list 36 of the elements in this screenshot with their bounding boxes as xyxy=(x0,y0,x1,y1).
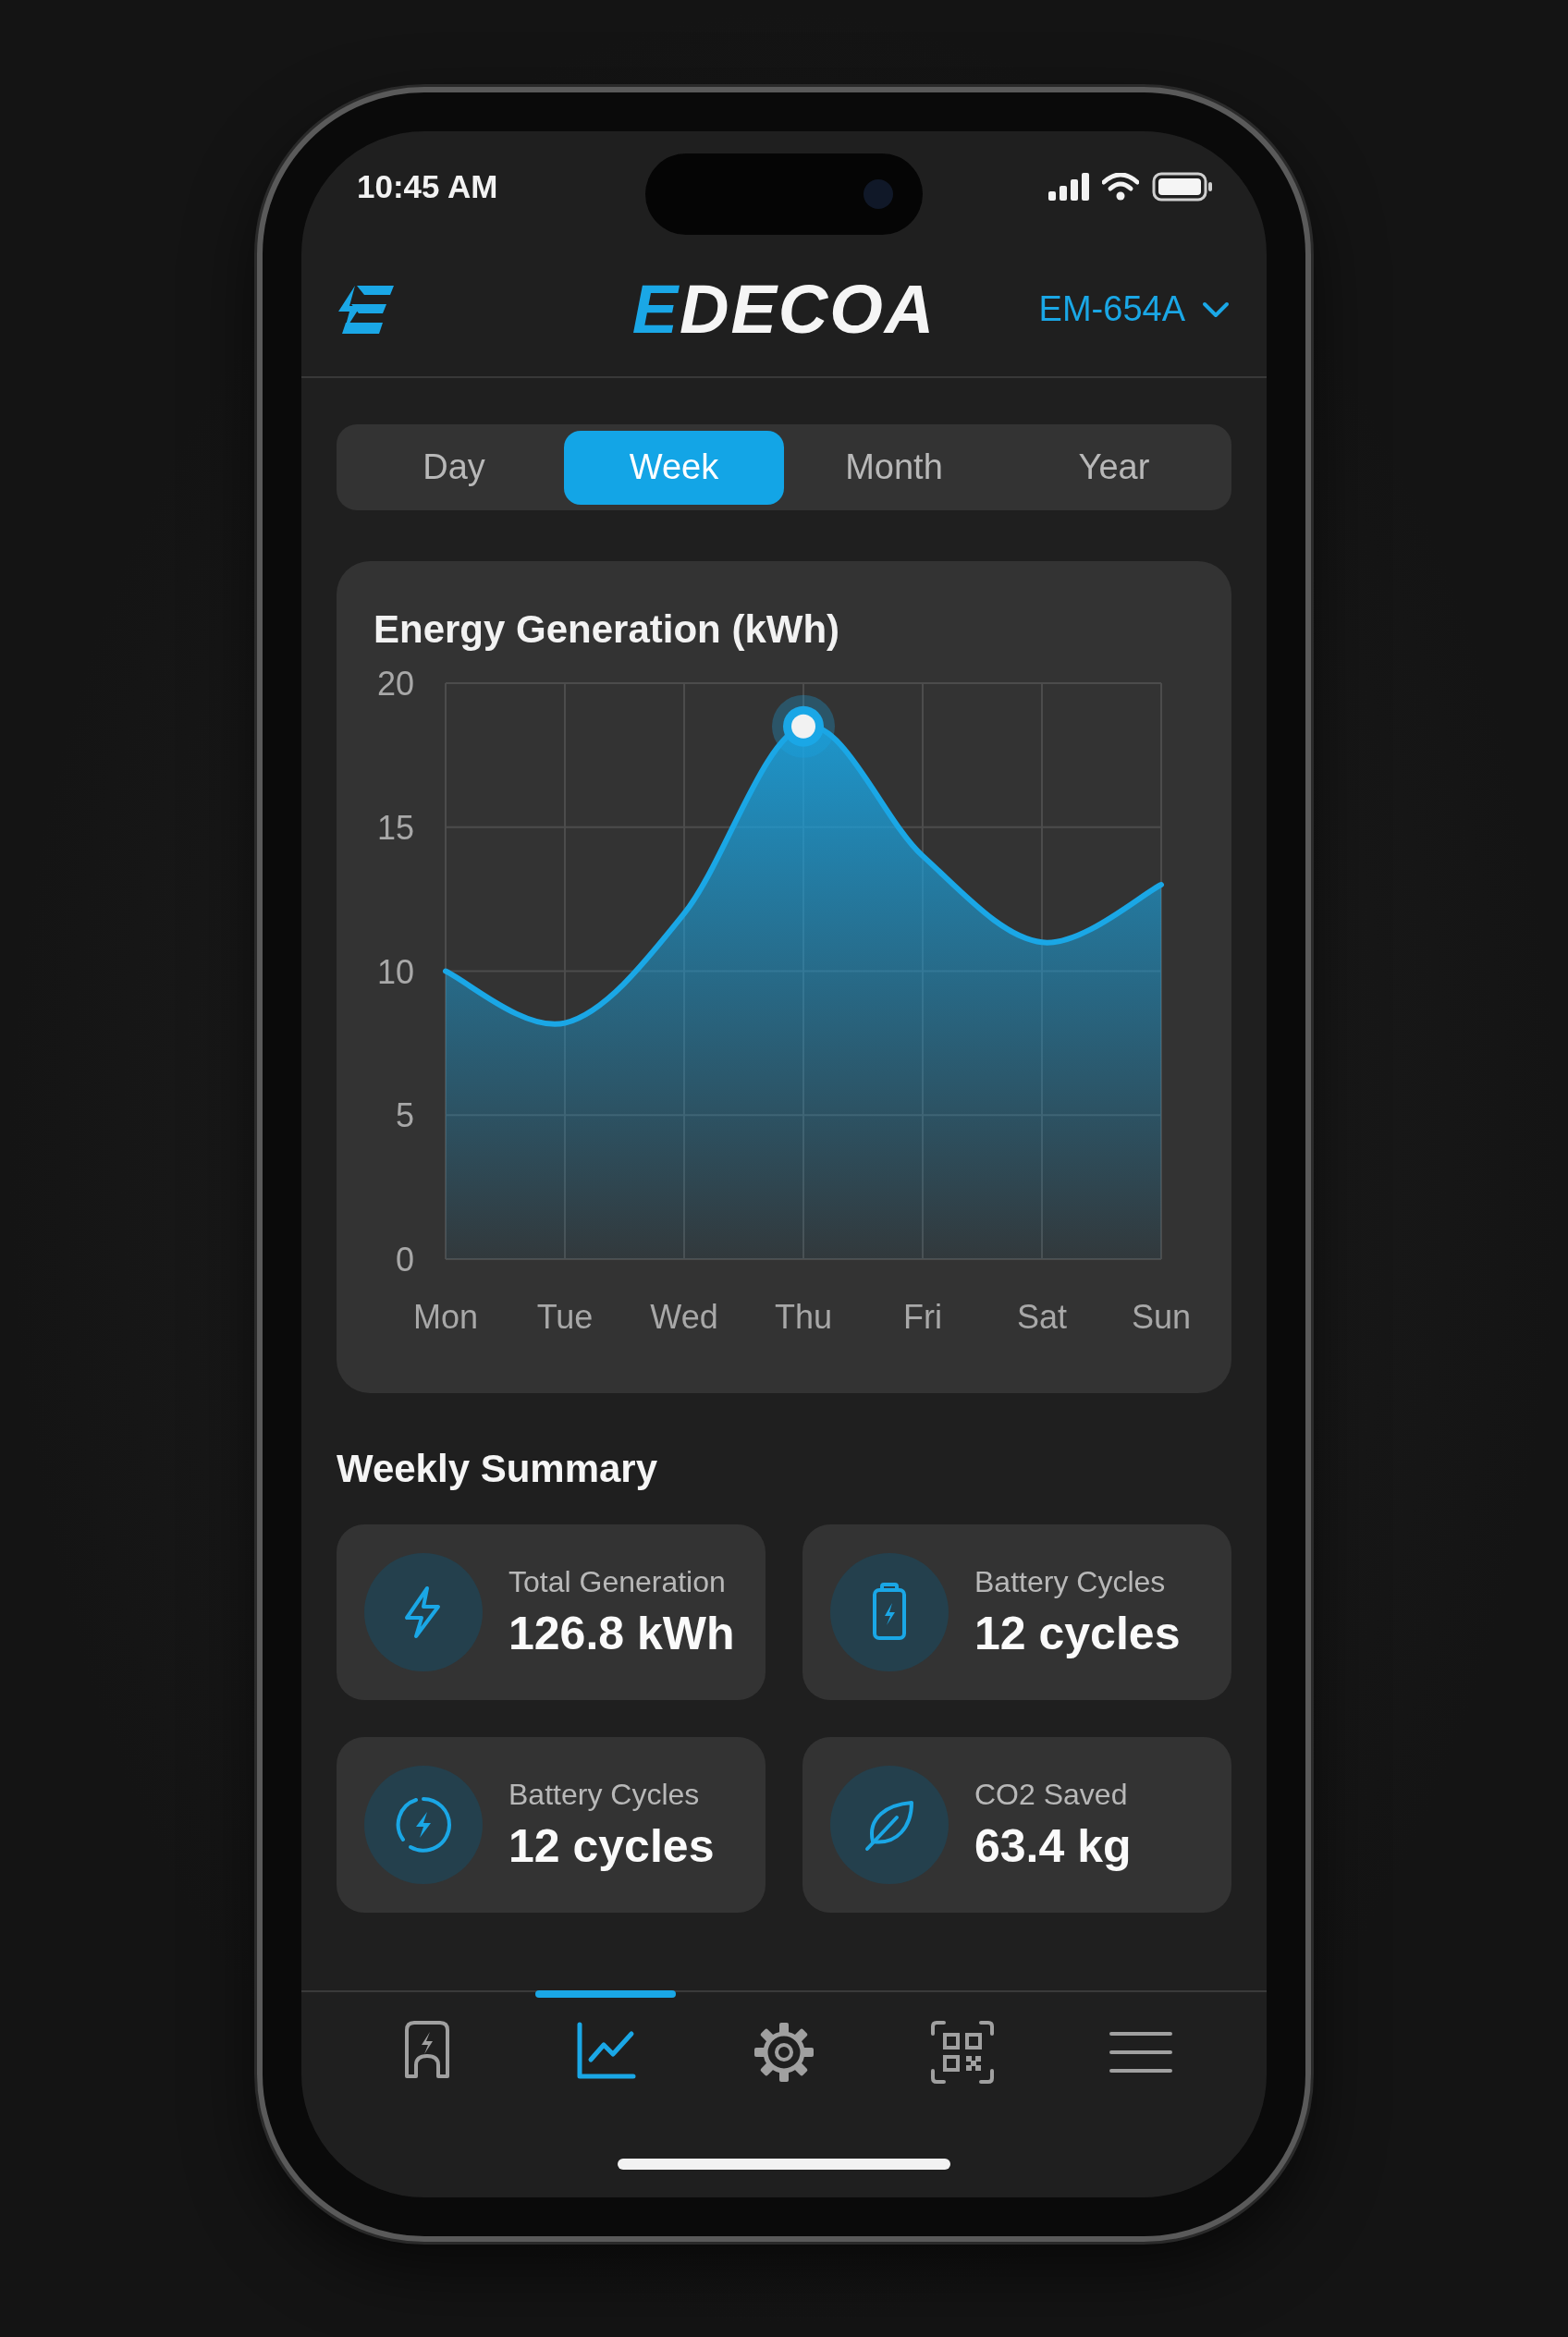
charge-cycle-icon xyxy=(394,1795,453,1854)
axis-label: 5 xyxy=(395,1096,414,1135)
signal-icon xyxy=(1048,173,1089,201)
stat-value: 63.4 kg xyxy=(974,1818,1132,1873)
qr-code-icon xyxy=(928,2019,996,2086)
axis-label: Wed xyxy=(650,1298,718,1336)
chevron-down-icon xyxy=(1202,300,1230,318)
peak-marker[interactable] xyxy=(772,694,835,758)
period-tab[interactable]: Day xyxy=(344,430,564,505)
chart-title: Energy Generation (kWh) xyxy=(374,607,841,652)
wifi-icon xyxy=(1102,173,1139,201)
axis-label: 0 xyxy=(395,1241,414,1279)
period-tab[interactable]: Month xyxy=(784,430,1004,505)
stat-label: Battery Cycles xyxy=(508,1777,701,1812)
brand-logo: EDECOA xyxy=(631,271,937,348)
axis-label: 10 xyxy=(376,952,414,991)
axis-label: 20 xyxy=(376,665,414,703)
section-title: Weekly Summary xyxy=(337,1447,659,1491)
axis-label: Fri xyxy=(903,1298,942,1336)
period-tab[interactable]: Year xyxy=(1004,430,1224,505)
device-selector[interactable]: EM-654A xyxy=(1038,289,1230,329)
battery-icon xyxy=(1152,172,1213,202)
stat-value: 12 cycles xyxy=(974,1606,1181,1660)
axis-label: Thu xyxy=(775,1298,832,1336)
axis-label: 15 xyxy=(376,808,414,847)
status-time: 10:45 AM xyxy=(357,168,498,205)
stat-value: 12 cycles xyxy=(508,1818,715,1873)
stat-label: Total Generation xyxy=(508,1564,727,1599)
stat-label: CO2 Saved xyxy=(974,1777,1129,1812)
axis-label: Mon xyxy=(413,1298,478,1336)
stat-value: 126.8 kWh xyxy=(508,1606,735,1660)
logo-icon xyxy=(337,283,396,336)
stat-label: Battery Cycles xyxy=(974,1564,1167,1599)
axis-label: Tue xyxy=(536,1298,594,1336)
axis-label: Sun xyxy=(1131,1298,1192,1336)
axis-label: Sat xyxy=(1017,1298,1067,1336)
